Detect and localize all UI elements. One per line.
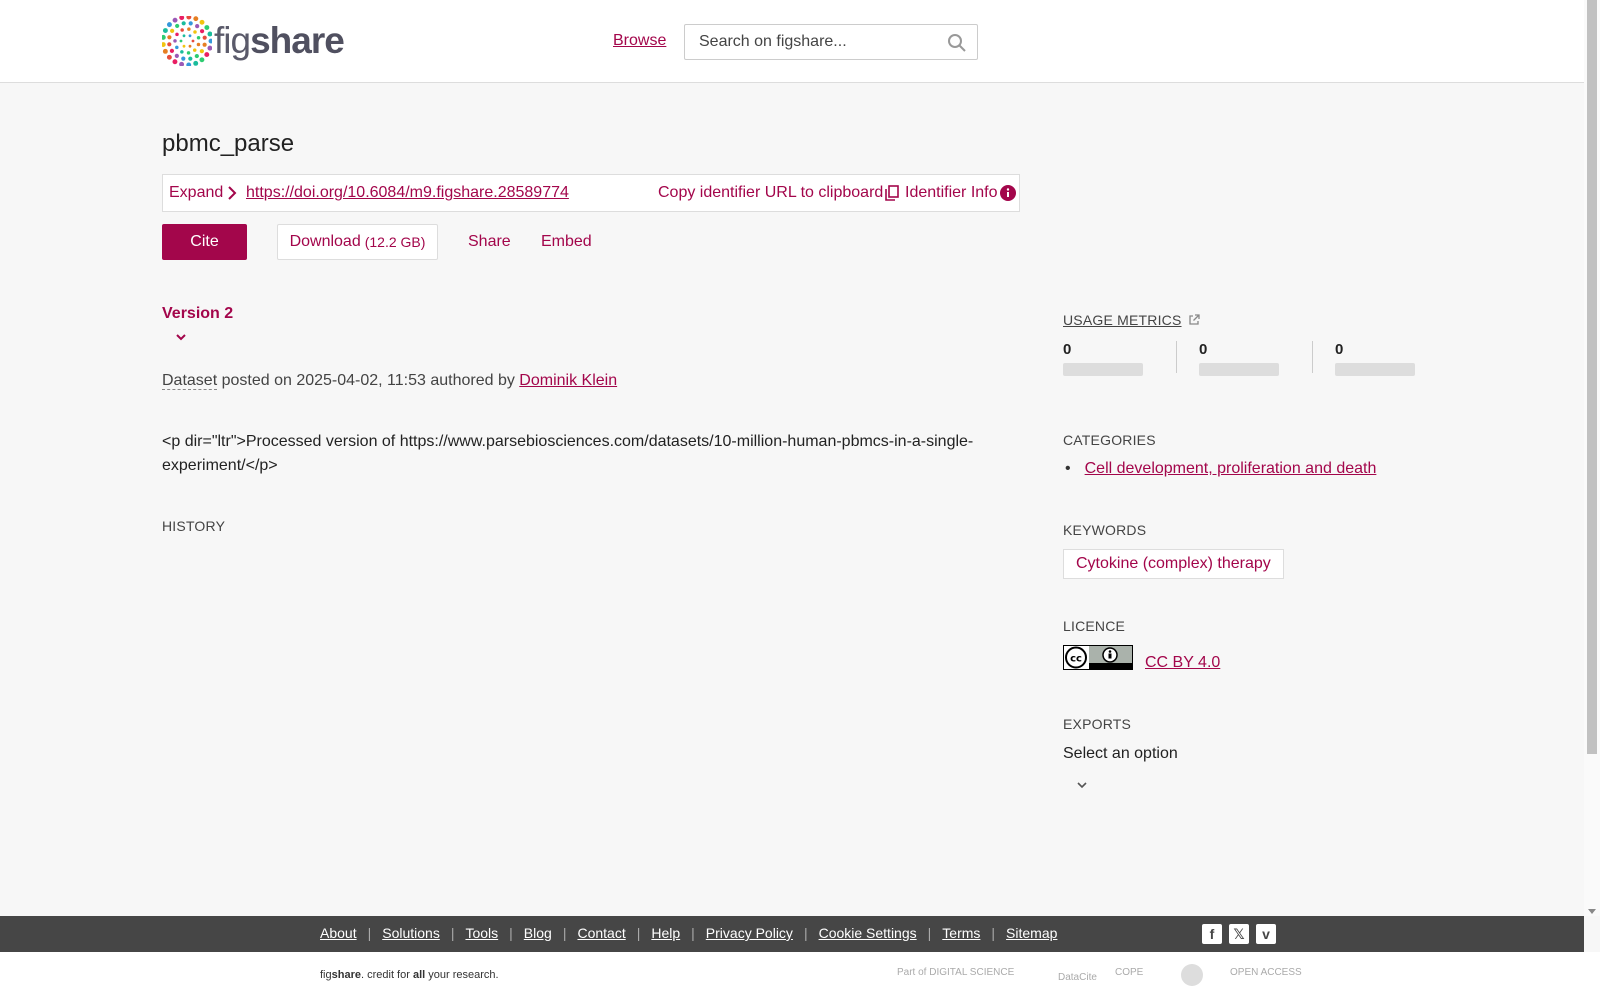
footer-bottom: figshare. credit for all your research. … [0, 952, 1600, 1000]
cite-button[interactable]: Cite [162, 224, 247, 260]
keyword-tag[interactable]: Cytokine (complex) therapy [1063, 549, 1284, 579]
chevron-down-icon[interactable] [175, 333, 187, 341]
footer-link-solutions[interactable]: Solutions [382, 925, 440, 941]
copy-icon [885, 185, 900, 201]
item-description: <p dir="ltr">Processed version of https:… [162, 433, 974, 474]
scroll-down-arrow-icon[interactable] [1588, 909, 1596, 914]
item-type[interactable]: Dataset [162, 372, 218, 390]
footer-link-terms[interactable]: Terms [942, 925, 980, 941]
author-link[interactable]: Dominik Klein [519, 372, 617, 389]
open-access-logo[interactable]: OPEN ACCESS [1230, 967, 1302, 978]
expand-button[interactable]: Expand [169, 184, 237, 202]
licence-link[interactable]: CC BY 4.0 [1145, 654, 1220, 672]
external-link-icon [1188, 314, 1200, 325]
footer-separator: | [803, 925, 808, 941]
metric-divider [1176, 341, 1177, 373]
footer-link-privacy-policy[interactable]: Privacy Policy [706, 925, 793, 941]
partner-seal-icon[interactable] [1180, 963, 1204, 987]
share-button[interactable]: Share [468, 233, 511, 251]
download-label: Download [289, 233, 361, 250]
search-icon[interactable] [947, 33, 967, 53]
embed-button[interactable]: Embed [541, 233, 592, 251]
metric-bar [1199, 363, 1279, 376]
scrollbar-thumb[interactable] [1587, 0, 1597, 754]
datacite-logo[interactable]: DataCite [1058, 972, 1097, 983]
history-heading: HISTORY [162, 518, 226, 534]
x-icon[interactable]: 𝕏 [1229, 924, 1249, 944]
search-input[interactable] [699, 33, 939, 51]
browse-link[interactable]: Browse [613, 32, 666, 50]
footer-separator: | [509, 925, 513, 941]
digital-science-logo[interactable]: Part of DIGITAL SCIENCE [897, 967, 1014, 978]
metric-value: 0 [1063, 341, 1072, 358]
footer-nav: About | Solutions | Tools | Blog | Contact | … [0, 916, 1584, 952]
posted-info: Dataset posted on 2025-04-02, 11:53 auth… [162, 372, 617, 390]
footer-separator: | [691, 925, 695, 941]
category-link[interactable]: Cell development, proliferation and deat… [1085, 460, 1377, 478]
version-selector[interactable]: Version 2 [162, 305, 233, 323]
usage-metrics-label: USAGE METRICS [1063, 312, 1182, 328]
identifier-info-label: Identifier Info [905, 184, 998, 201]
licence-heading: LICENCE [1063, 618, 1126, 634]
posted-text: posted on 2025-04-02, 11:53 authored by [217, 372, 520, 389]
metric-bar [1063, 363, 1143, 376]
footer-link-sitemap[interactable]: Sitemap [1006, 925, 1057, 941]
footer-separator: | [991, 925, 996, 941]
footer-link-cookie-settings[interactable]: Cookie Settings [819, 925, 917, 941]
categories-list: Cell development, proliferation and deat… [1063, 460, 1377, 478]
footer-link-blog[interactable]: Blog [524, 925, 552, 941]
category-item: Cell development, proliferation and deat… [1063, 460, 1377, 478]
footer-separator: | [927, 925, 932, 941]
footer-link-help[interactable]: Help [651, 925, 680, 941]
keywords-heading: KEYWORDS [1063, 522, 1147, 538]
doi-link[interactable]: https://doi.org/10.6084/m9.figshare.2858… [246, 184, 569, 202]
figshare-logo[interactable]: figshare [162, 16, 345, 66]
footer-separator: | [367, 925, 372, 941]
footer-separator: | [636, 925, 641, 941]
page-scrollbar[interactable] [1584, 0, 1600, 916]
exports-select[interactable]: Select an option [1063, 745, 1178, 763]
expand-label: Expand [169, 184, 224, 201]
vimeo-icon[interactable]: v [1256, 924, 1276, 944]
page-title: pbmc_parse [162, 130, 295, 157]
info-icon [999, 185, 1016, 201]
metric-value: 0 [1335, 341, 1344, 358]
search-box[interactable] [684, 24, 978, 60]
footer-links: About | Solutions | Tools | Blog | Contact | … [320, 925, 1057, 941]
cc-by-icon[interactable]: cc [1063, 645, 1133, 670]
facebook-icon[interactable]: f [1202, 924, 1222, 944]
metric-bar [1335, 363, 1415, 376]
usage-metrics-link[interactable]: USAGE METRICS [1063, 312, 1200, 328]
metric-value: 0 [1199, 341, 1208, 358]
download-button[interactable]: Download (12.2 GB) [277, 224, 438, 260]
metric-views: 0 [1063, 341, 1173, 376]
categories-heading: CATEGORIES [1063, 432, 1156, 448]
download-size: (12.2 GB) [364, 234, 426, 250]
footer-separator: | [562, 925, 567, 941]
copy-identifier-button[interactable]: Copy identifier URL to clipboard [658, 184, 900, 202]
footer-link-tools[interactable]: Tools [465, 925, 498, 941]
svg-text:cc: cc [1070, 654, 1082, 665]
identifier-bar: Expand https://doi.org/10.6084/m9.figsha… [162, 174, 1020, 212]
metric-divider [1312, 341, 1313, 373]
figshare-logo-icon [162, 16, 212, 66]
logo-wordmark: figshare [214, 20, 345, 61]
footer-link-about[interactable]: About [320, 925, 357, 941]
footer-link-contact[interactable]: Contact [577, 925, 625, 941]
copy-identifier-label: Copy identifier URL to clipboard [658, 184, 884, 201]
metric-downloads: 0 [1199, 341, 1309, 376]
cope-logo[interactable]: COPE [1115, 967, 1143, 978]
metric-citations: 0 [1335, 341, 1445, 376]
identifier-info-button[interactable]: Identifier Info [905, 184, 1016, 202]
chevron-down-icon[interactable] [1076, 781, 1088, 789]
chevron-right-icon [228, 186, 237, 200]
footer-separator: | [450, 925, 455, 941]
site-header: figshare Browse [0, 0, 1584, 83]
exports-heading: EXPORTS [1063, 716, 1132, 732]
footer-tagline: figshare. credit for all your research. [320, 969, 499, 981]
